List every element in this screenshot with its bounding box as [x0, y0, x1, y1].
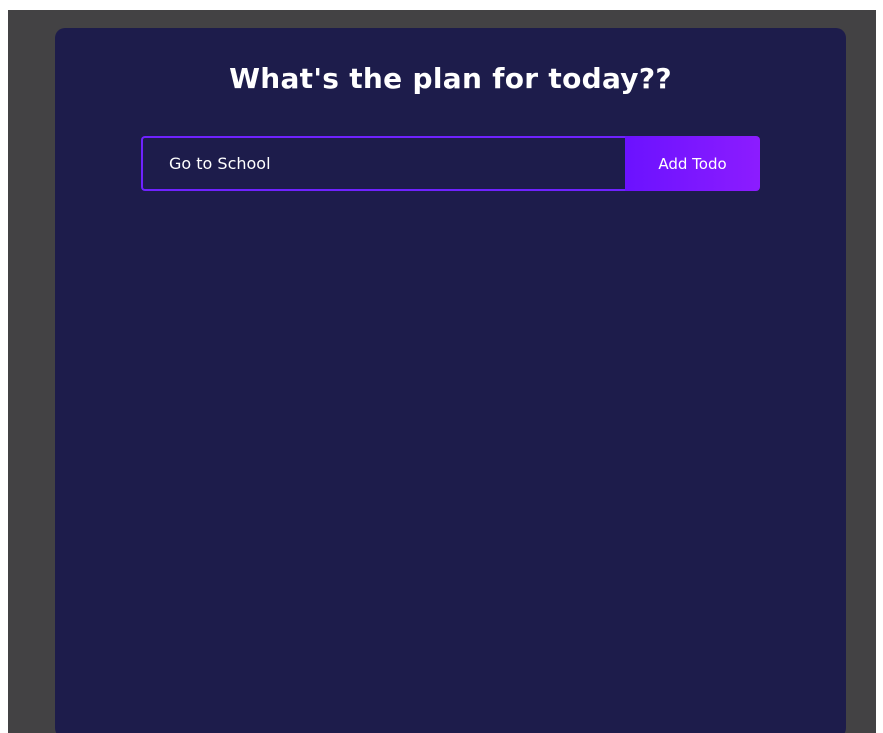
- add-todo-button[interactable]: Add Todo: [625, 136, 760, 191]
- todo-input[interactable]: [141, 136, 627, 191]
- todo-form: Add Todo: [141, 136, 760, 191]
- viewport: What's the plan for today?? Add Todo: [8, 10, 876, 733]
- page-title: What's the plan for today??: [229, 62, 672, 95]
- todo-app-panel: What's the plan for today?? Add Todo: [55, 28, 846, 733]
